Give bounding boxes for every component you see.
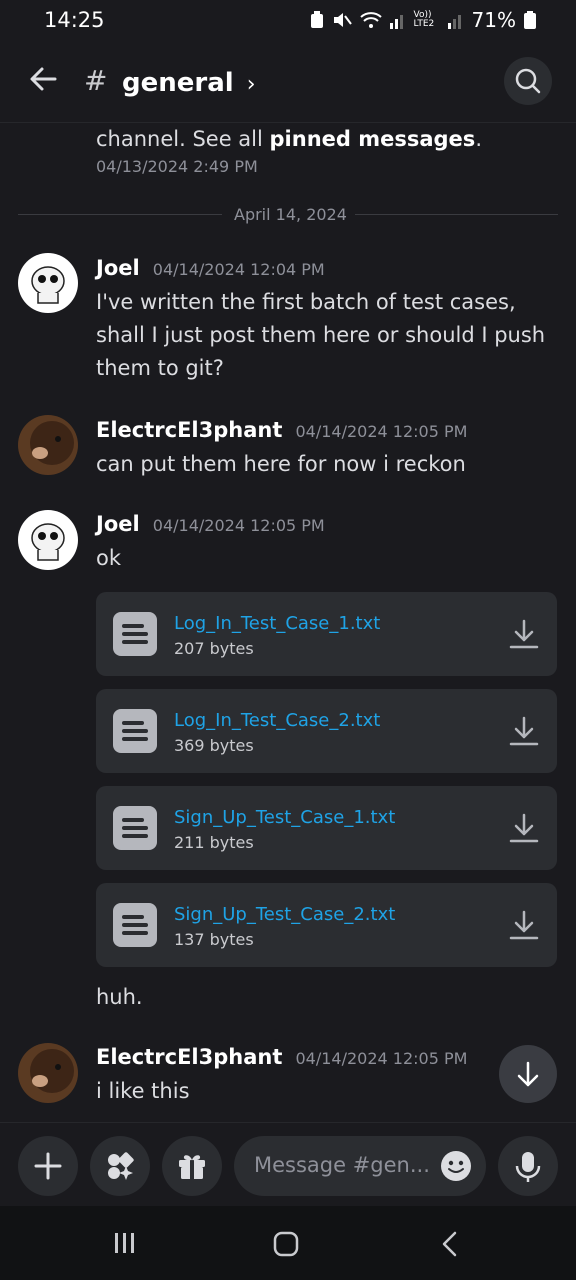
attachment-size: 369 bytes — [174, 736, 254, 755]
network-label: Vo)) LTE2 — [413, 10, 435, 29]
gift-button[interactable] — [162, 1136, 222, 1196]
battery-icon — [524, 11, 536, 29]
message-timestamp: 04/14/2024 12:05 PM — [295, 422, 468, 441]
back-nav-icon[interactable] — [438, 1230, 462, 1258]
channel-title[interactable]: general › — [122, 68, 256, 98]
avatar-electrcel3phant[interactable] — [18, 415, 78, 475]
status-time: 14:25 — [44, 8, 105, 32]
emoji-icon[interactable] — [440, 1150, 472, 1182]
file-text-icon — [113, 709, 157, 753]
message-header: Joel 04/14/2024 12:05 PM — [96, 512, 325, 536]
composer-divider — [0, 1122, 576, 1123]
attachment-card[interactable]: Log_In_Test_Case_2.txt 369 bytes — [96, 689, 557, 773]
system-nav-bar — [0, 1206, 576, 1280]
file-text-icon — [113, 903, 157, 947]
message-body: can put them here for now i reckon — [96, 452, 466, 476]
gift-icon — [179, 1155, 205, 1179]
message-header: ElectrcEl3phant 04/14/2024 12:05 PM — [96, 1045, 467, 1069]
attachment-card[interactable]: Sign_Up_Test_Case_2.txt 137 bytes — [96, 883, 557, 967]
search-button[interactable] — [504, 57, 552, 105]
attachment-card[interactable]: Log_In_Test_Case_1.txt 207 bytes — [96, 592, 557, 676]
search-icon — [515, 68, 541, 94]
download-icon[interactable] — [509, 715, 539, 747]
signal-2-icon — [447, 15, 461, 29]
back-button[interactable] — [28, 64, 58, 94]
message-header: Joel 04/14/2024 12:04 PM — [96, 256, 325, 280]
message-line: shall I just post them here or should I … — [96, 323, 546, 347]
attachment-name[interactable]: Log_In_Test_Case_2.txt — [174, 710, 380, 731]
author-name[interactable]: Joel — [96, 256, 140, 280]
download-icon[interactable] — [509, 812, 539, 844]
voice-button[interactable] — [498, 1136, 558, 1196]
channel-name: general — [122, 68, 234, 98]
pinned-prefix: channel. See all — [96, 127, 270, 151]
file-text-icon — [113, 612, 157, 656]
status-icons: Vo)) LTE2 — [310, 11, 464, 29]
signal-icon — [389, 15, 403, 29]
message-body: i like this — [96, 1079, 190, 1103]
date-separator: April 14, 2024 — [234, 205, 347, 224]
wifi-icon — [359, 12, 382, 28]
avatar-joel[interactable] — [18, 253, 78, 313]
battery-saver-icon — [310, 11, 323, 28]
message-body: huh. — [96, 985, 143, 1009]
message-body: ok — [96, 546, 122, 570]
channel-hash-icon: # — [84, 64, 108, 97]
file-text-icon — [113, 806, 157, 850]
message-placeholder: Message #gen... — [254, 1153, 430, 1177]
arrow-down-icon — [517, 1061, 539, 1087]
attachment-name[interactable]: Sign_Up_Test_Case_2.txt — [174, 904, 395, 925]
apps-button[interactable] — [90, 1136, 150, 1196]
attachment-name[interactable]: Log_In_Test_Case_1.txt — [174, 613, 380, 634]
avatar-electrcel3phant[interactable] — [18, 1043, 78, 1103]
attachment-size: 137 bytes — [174, 930, 254, 949]
battery-percent: 71% — [471, 8, 516, 32]
avatar-joel[interactable] — [18, 510, 78, 570]
download-icon[interactable] — [509, 909, 539, 941]
message-timestamp: 04/14/2024 12:04 PM — [152, 260, 325, 279]
message-input[interactable]: Message #gen... — [234, 1136, 486, 1196]
microphone-icon — [515, 1152, 541, 1182]
recent-apps-icon[interactable] — [112, 1231, 138, 1255]
attachment-card[interactable]: Sign_Up_Test_Case_1.txt 211 bytes — [96, 786, 557, 870]
plus-icon — [34, 1152, 62, 1180]
arrow-left-icon — [30, 67, 57, 91]
status-right: Vo)) LTE2 71% — [310, 8, 536, 32]
download-icon[interactable] — [509, 618, 539, 650]
message-line: I've written the first batch of test cas… — [96, 290, 516, 314]
attachment-name[interactable]: Sign_Up_Test_Case_1.txt — [174, 807, 395, 828]
add-button[interactable] — [18, 1136, 78, 1196]
pinned-messages-link[interactable]: pinned messages — [270, 127, 476, 151]
mute-icon — [333, 13, 352, 27]
author-name[interactable]: Joel — [96, 512, 140, 536]
author-name[interactable]: ElectrcEl3phant — [96, 1045, 282, 1069]
apps-icon — [108, 1152, 134, 1180]
pinned-timestamp: 04/13/2024 2:49 PM — [96, 157, 258, 176]
scroll-to-bottom-button[interactable] — [499, 1045, 557, 1103]
author-name[interactable]: ElectrcEl3phant — [96, 418, 282, 442]
date-line-left — [18, 214, 222, 215]
message-line: them to git? — [96, 356, 224, 380]
message-timestamp: 04/14/2024 12:05 PM — [295, 1049, 468, 1068]
pinned-suffix: . — [475, 127, 482, 151]
attachment-size: 207 bytes — [174, 639, 254, 658]
chevron-right-icon: › — [246, 72, 256, 97]
attachment-size: 211 bytes — [174, 833, 254, 852]
home-icon[interactable] — [272, 1230, 300, 1258]
message-header: ElectrcEl3phant 04/14/2024 12:05 PM — [96, 418, 467, 442]
date-line-right — [355, 214, 558, 215]
message-timestamp: 04/14/2024 12:05 PM — [152, 516, 325, 535]
message-body: I've written the first batch of test cas… — [96, 286, 545, 385]
pinned-note: channel. See all pinned messages. — [96, 123, 482, 156]
